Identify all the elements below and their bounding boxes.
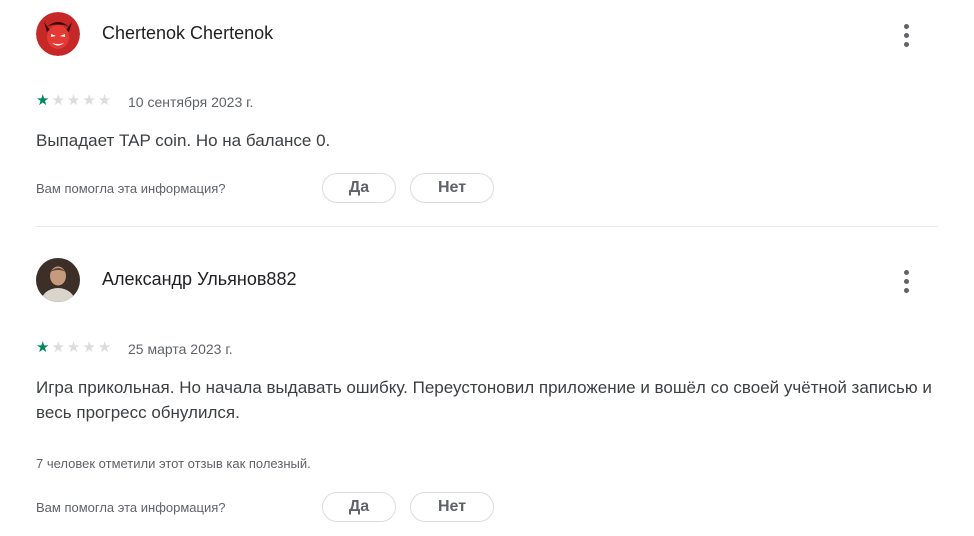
more-options-icon[interactable]	[894, 20, 918, 50]
star-empty-icon: ★	[97, 339, 112, 356]
review-date: 10 сентября 2023 г.	[128, 94, 254, 110]
star-rating: ★ ★ ★ ★ ★	[36, 340, 111, 356]
star-empty-icon: ★	[82, 339, 96, 356]
avatar[interactable]	[36, 258, 80, 302]
star-empty-icon: ★	[97, 92, 112, 109]
star-filled-icon: ★	[36, 92, 50, 109]
review-author: Chertenok Chertenok	[102, 23, 274, 43]
no-button[interactable]: Нет	[410, 492, 494, 522]
star-empty-icon: ★	[66, 92, 81, 109]
helpful-count: 7 человек отметили этот отзыв как полезн…	[36, 456, 311, 471]
no-button[interactable]: Нет	[410, 173, 494, 203]
red-devil-avatar-icon	[36, 12, 80, 56]
divider	[36, 226, 938, 227]
yes-button[interactable]: Да	[322, 173, 396, 203]
helpful-question: Вам помогла эта информация?	[36, 181, 226, 196]
helpful-question: Вам помогла эта информация?	[36, 500, 226, 515]
review-text: Игра прикольная. Но начала выдавать ошиб…	[36, 378, 932, 422]
more-options-icon[interactable]	[894, 266, 918, 296]
review-text: Выпадает TAP coin. Но на балансе 0.	[36, 131, 331, 150]
star-empty-icon: ★	[51, 339, 65, 356]
avatar[interactable]	[36, 12, 80, 56]
star-filled-icon: ★	[36, 339, 50, 356]
star-empty-icon: ★	[66, 339, 81, 356]
star-empty-icon: ★	[51, 92, 65, 109]
star-empty-icon: ★	[82, 92, 96, 109]
yes-button[interactable]: Да	[322, 492, 396, 522]
person-photo-avatar-icon	[36, 258, 80, 302]
review-date: 25 марта 2023 г.	[128, 341, 233, 357]
star-rating: ★ ★ ★ ★ ★	[36, 93, 111, 109]
review-author: Александр Ульянов882	[102, 269, 297, 289]
